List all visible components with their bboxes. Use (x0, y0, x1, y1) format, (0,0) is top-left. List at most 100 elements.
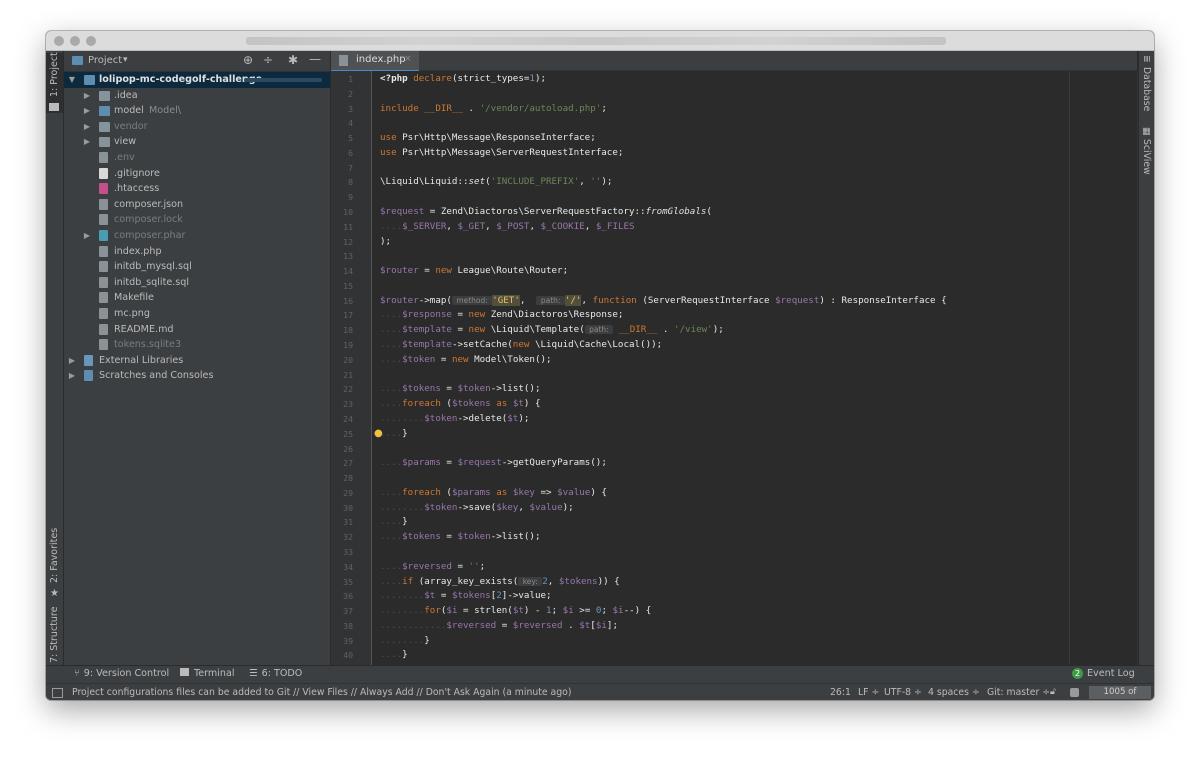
line-number[interactable]: 9 (331, 192, 353, 202)
collapsed-arrow-icon[interactable]: ▶ (83, 119, 91, 135)
collapsed-arrow-icon[interactable]: ▶ (68, 368, 76, 384)
code-editor[interactable]: <?php declare(strict_types=1); include __… (372, 71, 1137, 665)
tree-item[interactable]: .env (64, 150, 330, 166)
code-line[interactable]: ....$params = $request->getQueryParams()… (380, 457, 607, 468)
line-separator-select[interactable]: LF ÷ (858, 687, 879, 698)
line-number[interactable]: 24 (331, 414, 353, 424)
code-line[interactable]: ........$token->save($key, $value); (380, 502, 574, 513)
code-line[interactable]: ....$tokens = $token->list(); (380, 383, 540, 394)
line-number[interactable]: 1 (331, 74, 353, 84)
code-line[interactable]: ....if (array_key_exists( key: 2, $token… (380, 576, 620, 587)
line-number[interactable]: 17 (331, 310, 353, 320)
project-panel-title[interactable]: Project (88, 55, 122, 66)
code-line[interactable]: <?php declare(strict_types=1); (380, 73, 546, 84)
line-number[interactable]: 12 (331, 237, 353, 247)
code-line[interactable]: ....} (380, 516, 408, 527)
line-number[interactable]: 34 (331, 562, 353, 572)
tree-item[interactable]: ▶ .idea (64, 88, 330, 104)
code-line[interactable]: ); (380, 236, 391, 247)
close-icon[interactable]: × (404, 54, 412, 64)
code-line[interactable]: use Psr\Http\Message\ServerRequestInterf… (380, 147, 623, 158)
tree-item[interactable]: Makefile (64, 290, 330, 306)
status-message[interactable]: Project configurations files can be adde… (72, 687, 571, 698)
line-number[interactable]: 7 (331, 163, 353, 173)
encoding-select[interactable]: UTF-8 ÷ (884, 687, 922, 698)
tree-item[interactable]: ▶ vendor (64, 119, 330, 135)
line-number[interactable]: 26 (331, 444, 353, 454)
line-number[interactable]: 33 (331, 547, 353, 557)
line-number[interactable]: 18 (331, 325, 353, 335)
chevron-down-icon[interactable]: ▾ (123, 55, 128, 65)
line-number[interactable]: 30 (331, 503, 353, 513)
tree-item[interactable]: ▼ lolipop-mc-codegolf-challenge (64, 72, 330, 88)
hide-panel-icon[interactable]: — (309, 52, 321, 66)
code-line[interactable]: ....foreach ($params as $key => $value) … (380, 487, 607, 498)
line-number[interactable]: 27 (331, 458, 353, 468)
tree-item[interactable]: ▶ Scratches and Consoles (64, 368, 330, 384)
line-number[interactable]: 11 (331, 222, 353, 232)
tab-index-php[interactable]: index.php × (331, 51, 419, 72)
code-line[interactable]: ........} (380, 635, 430, 646)
version-control-button[interactable]: ⑂ 9: Version Control (74, 668, 169, 679)
code-line[interactable]: \Liquid\Liquid::set('INCLUDE_PREFIX', ''… (380, 176, 612, 187)
lock-icon[interactable]: 🔓︎ (1050, 687, 1056, 697)
collapsed-arrow-icon[interactable]: ▶ (68, 353, 76, 369)
inspector-icon[interactable] (1070, 688, 1079, 697)
code-line[interactable]: ........$t = $tokens[2]->value; (380, 590, 552, 601)
memory-indicator[interactable]: 1005 of 1981M (1089, 686, 1151, 699)
code-line[interactable]: $router->map( method: 'GET', path: '/', … (380, 294, 947, 306)
code-line[interactable]: ....foreach ($tokens as $t) { (380, 398, 541, 409)
line-number[interactable]: 35 (331, 577, 353, 587)
locate-icon[interactable]: ⊕ (243, 53, 253, 67)
tree-item[interactable]: initdb_sqlite.sql (64, 275, 330, 291)
line-number[interactable]: 25 (331, 429, 353, 439)
line-number[interactable]: 32 (331, 532, 353, 542)
gear-icon[interactable]: ✱ (288, 53, 298, 67)
tree-item[interactable]: ▶ composer.phar (64, 228, 330, 244)
code-line[interactable]: ....$reversed = ''; (380, 561, 485, 572)
tree-item[interactable]: ▶ view (64, 134, 330, 150)
code-line[interactable]: ............$reversed = $reversed . $t[$… (380, 620, 618, 631)
code-line[interactable]: ....$response = new Zend\Diactoros\Respo… (380, 309, 623, 320)
code-line[interactable]: ....$token = new Model\Token(); (380, 354, 552, 365)
tree-item[interactable]: composer.json (64, 197, 330, 213)
code-line[interactable]: ........$token->delete($t); (380, 413, 529, 424)
line-number[interactable]: 16 (331, 296, 353, 306)
tree-item[interactable]: tokens.sqlite3 (64, 337, 330, 353)
line-number[interactable]: 8 (331, 177, 353, 187)
code-line[interactable]: $router = new League\Route\Router; (380, 265, 568, 276)
line-number[interactable]: 22 (331, 384, 353, 394)
code-line[interactable]: ....$template = new \Liquid\Template( pa… (380, 324, 724, 335)
tree-item[interactable]: index.php (64, 244, 330, 260)
code-line[interactable]: ....$template->setCache(new \Liquid\Cach… (380, 339, 662, 350)
collapsed-arrow-icon[interactable]: ▶ (83, 103, 91, 119)
zoom-window-button[interactable] (86, 36, 96, 46)
git-branch-select[interactable]: Git: master ÷ (987, 687, 1050, 698)
line-number[interactable]: 2 (331, 89, 353, 99)
code-line[interactable]: ....} (380, 428, 408, 439)
tree-item[interactable]: composer.lock (64, 212, 330, 228)
tree-item[interactable]: README.md (64, 322, 330, 338)
minimize-window-button[interactable] (70, 36, 80, 46)
line-number[interactable]: 6 (331, 148, 353, 158)
code-line[interactable]: ....$tokens = $token->list(); (380, 531, 540, 542)
caret-position[interactable]: 26:1 (830, 687, 851, 698)
line-number[interactable]: 20 (331, 355, 353, 365)
expanded-arrow-icon[interactable]: ▼ (68, 72, 76, 88)
collapsed-arrow-icon[interactable]: ▶ (83, 88, 91, 104)
collapsed-arrow-icon[interactable]: ▶ (83, 228, 91, 244)
tab-favorites[interactable]: ★ 2: Favorites (46, 528, 63, 601)
tree-item[interactable]: initdb_mysql.sql (64, 259, 330, 275)
close-window-button[interactable] (54, 36, 64, 46)
code-line[interactable]: ....$_SERVER, $_GET, $_POST, $_COOKIE, $… (380, 221, 635, 232)
line-number[interactable]: 29 (331, 488, 353, 498)
line-number[interactable]: 15 (331, 281, 353, 291)
code-line[interactable]: use Psr\Http\Message\ResponseInterface; (380, 132, 596, 143)
code-line[interactable]: $request = Zend\Diactoros\ServerRequestF… (380, 206, 712, 217)
tab-project[interactable]: 1: Project (46, 52, 63, 113)
line-number[interactable]: 28 (331, 473, 353, 483)
code-line[interactable]: ....} (380, 649, 408, 660)
line-number[interactable]: 10 (331, 207, 353, 217)
tree-item[interactable]: .htaccess (64, 181, 330, 197)
collapse-all-icon[interactable]: ÷ (263, 53, 273, 67)
